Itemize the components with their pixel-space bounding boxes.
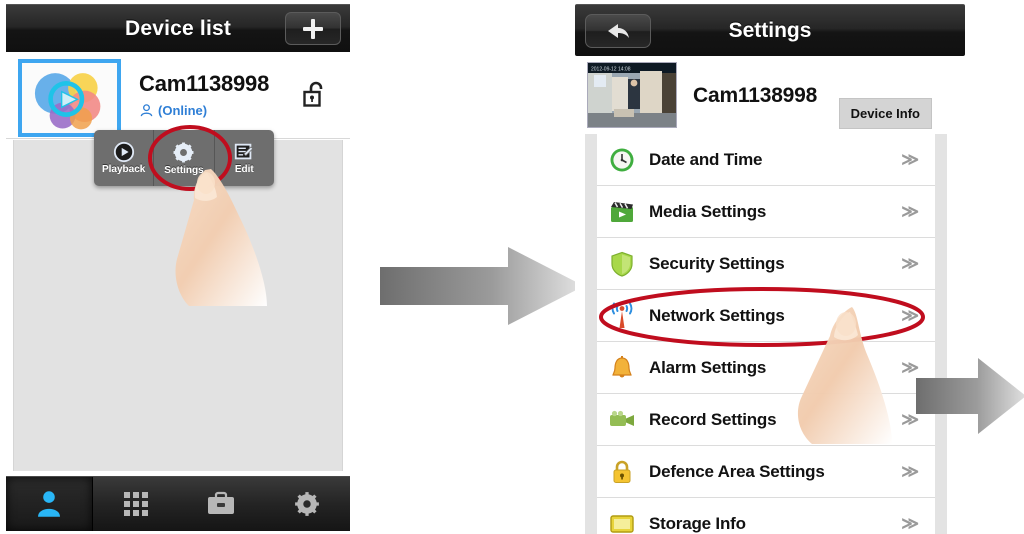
chevron-right-icon: ≫: [901, 201, 919, 221]
tab-settings[interactable]: [264, 477, 350, 531]
camera-name: Cam1138998: [693, 84, 818, 107]
camcorder-icon: [607, 405, 637, 435]
settings-row-label: Media Settings: [649, 201, 767, 221]
unlocked-padlock-icon: [303, 81, 323, 107]
camera-snapshot-thumbnail[interactable]: 2012-09-12 14:08: [587, 62, 677, 128]
play-circle-icon: [113, 141, 134, 163]
settings-row-media-settings[interactable]: Media Settings ≫: [597, 186, 935, 238]
edit-document-icon: [235, 143, 254, 160]
settings-row-label: Network Settings: [649, 305, 785, 325]
back-button[interactable]: [585, 14, 651, 48]
settings-row-storage-info[interactable]: Storage Info ≫: [597, 498, 935, 534]
chevron-right-icon: ≫: [901, 253, 919, 273]
settings-row-date-and-time[interactable]: Date and Time ≫: [597, 134, 935, 186]
settings-row-label: Security Settings: [649, 253, 785, 273]
chevron-right-icon: ≫: [901, 305, 919, 325]
camera-header: 2012-09-12 14:08 Cam1138998 Device Info: [575, 56, 965, 129]
screenshot-stage: Device list Cam1138998 (Online) Playback…: [0, 0, 1024, 534]
settings-page-title: Settings: [728, 18, 812, 42]
list-left-gutter: [585, 134, 597, 534]
clock-icon: [607, 145, 637, 175]
settings-row-alarm-settings[interactable]: Alarm Settings ≫: [597, 342, 935, 394]
flow-arrow-2: [916, 358, 1024, 434]
settings-row-network-settings[interactable]: Network Settings ≫: [597, 290, 935, 342]
toolbox-icon: [208, 491, 235, 514]
settings-screen: Settings 2012-09-12 14:08 Cam1138998 Dev…: [575, 4, 965, 534]
edit-action-label: Edit: [234, 164, 254, 175]
status-badge: (Online): [158, 103, 208, 118]
gear-icon: [295, 492, 320, 516]
settings-row-label: Alarm Settings: [649, 357, 767, 377]
device-list-item[interactable]: Cam1138998 (Online): [6, 52, 350, 139]
device-action-menu[interactable]: Playback Settings Edit: [94, 130, 274, 186]
tab-toolbox[interactable]: [179, 477, 265, 531]
shield-icon: [607, 249, 637, 279]
settings-row-label: Storage Info: [649, 513, 746, 533]
settings-row-label: Date and Time: [649, 149, 763, 169]
settings-action-label: Settings: [164, 164, 204, 176]
settings-row-defence-area-settings[interactable]: Defence Area Settings ≫: [597, 446, 935, 498]
device-lock-toggle[interactable]: [302, 80, 328, 115]
sdcard-icon: [607, 509, 637, 534]
device-meta: Cam1138998 (Online): [139, 59, 269, 118]
list-right-gutter: [935, 134, 947, 534]
settings-row-label: Record Settings: [649, 409, 777, 429]
device-status: (Online): [139, 103, 269, 118]
photo-gallery-play-thumbnail-icon: [22, 63, 117, 133]
tab-grid[interactable]: [93, 477, 179, 531]
padlock-icon: [607, 457, 637, 487]
settings-row-security-settings[interactable]: Security Settings ≫: [597, 238, 935, 290]
back-arrow-icon: [608, 24, 629, 38]
chevron-right-icon: ≫: [901, 461, 919, 481]
settings-action-button[interactable]: Settings: [154, 130, 215, 186]
device-thumbnail[interactable]: [18, 59, 121, 137]
playback-action-label: Playback: [101, 164, 146, 175]
device-list-screen: Device list Cam1138998 (Online) Playback…: [6, 4, 350, 531]
antenna-icon: [607, 301, 637, 331]
person-icon: [37, 491, 60, 517]
add-device-button[interactable]: [285, 12, 341, 45]
person-icon: [140, 104, 153, 117]
grid-icon: [123, 492, 148, 516]
plus-icon: [303, 18, 323, 39]
bell-icon: [607, 353, 637, 383]
flow-arrow-1: [380, 247, 584, 325]
device-list-navbar: Device list: [6, 4, 350, 52]
settings-list: Date and Time ≫ Media Settings ≫ Securit…: [597, 134, 935, 534]
playback-action-button[interactable]: Playback: [94, 130, 155, 186]
edit-action-button[interactable]: Edit: [215, 130, 274, 186]
gear-icon: [174, 142, 194, 162]
device-list-empty-area: [13, 140, 343, 471]
settings-navbar: Settings: [575, 4, 965, 56]
settings-row-record-settings[interactable]: Record Settings ≫: [597, 394, 935, 446]
svg-text:2012-09-12 14:08: 2012-09-12 14:08: [591, 67, 631, 73]
page-title: Device list: [124, 16, 232, 40]
camera-snapshot-image: 2012-09-12 14:08: [588, 63, 676, 127]
tab-contacts[interactable]: [6, 477, 93, 531]
film-clapper-icon: [607, 197, 637, 227]
device-name: Cam1138998: [139, 71, 270, 96]
settings-row-label: Defence Area Settings: [649, 461, 825, 481]
chevron-right-icon: ≫: [901, 513, 919, 533]
device-info-button[interactable]: Device Info: [838, 98, 932, 129]
bottom-tabbar: [6, 476, 350, 531]
chevron-right-icon: ≫: [901, 149, 919, 169]
